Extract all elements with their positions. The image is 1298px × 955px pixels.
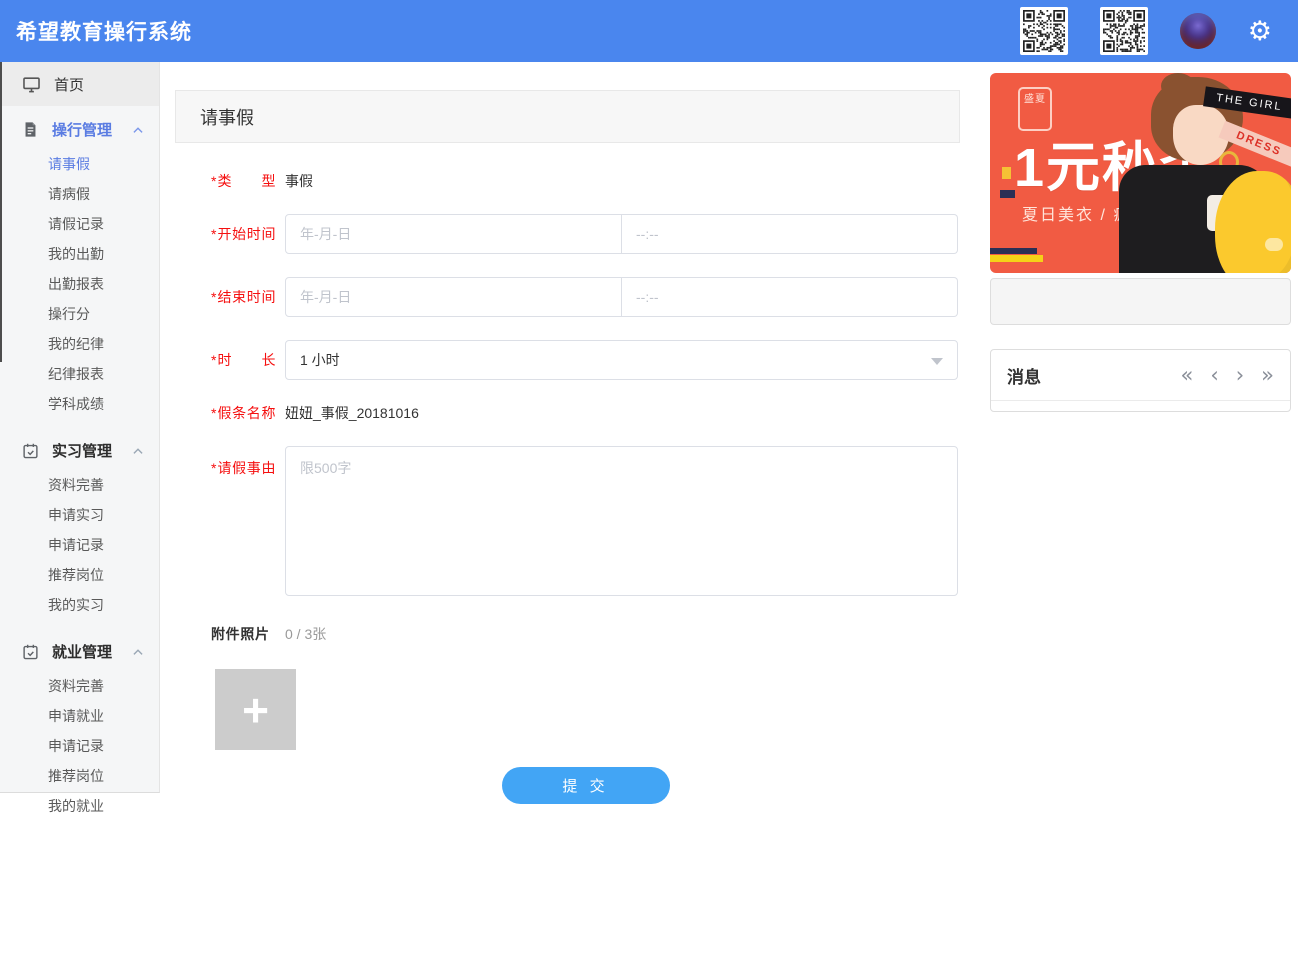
field-label-duration: *时 长 xyxy=(211,352,276,368)
required-asterisk: * xyxy=(211,352,217,368)
chevron-up-icon xyxy=(133,126,143,133)
sidebar-item-请事假[interactable]: 请事假 xyxy=(0,149,159,179)
reason-textarea[interactable] xyxy=(285,446,958,596)
sidebar-item-推荐岗位[interactable]: 推荐岗位 xyxy=(0,761,159,791)
app-title: 希望教育操行系统 xyxy=(16,21,192,44)
scrollbar-thumb[interactable] xyxy=(0,62,2,362)
decor-square xyxy=(1002,167,1011,179)
messages-panel: 消息 « ‹ › » xyxy=(990,349,1291,412)
field-row-duration: *时 长 1 小时 xyxy=(211,340,960,380)
sidebar-section-label: 就业管理 xyxy=(52,644,113,661)
sidebar-item-我的就业[interactable]: 我的就业 xyxy=(0,791,159,821)
sidebar-sections: 操行管理请事假 请病假 请假记录 我的出勤 出勤报表 操行分 我的纪律 纪律报表 学科成绩实习管… xyxy=(0,106,159,829)
note-name-value: 妞妞_事假_20181016 xyxy=(285,405,419,421)
sidebar-item-label: 首页 xyxy=(54,76,85,94)
field-label-start: *开始时间 xyxy=(211,226,276,242)
field-label-reason: *请假事由 xyxy=(211,460,276,476)
form-title: 请事假 xyxy=(175,90,960,143)
chevron-up-icon xyxy=(133,648,143,655)
settings-gear-icon[interactable]: ⚙ xyxy=(1248,17,1272,45)
promo-footer-panel xyxy=(990,278,1291,325)
type-value: 事假 xyxy=(285,173,313,189)
messages-pager: « ‹ › » xyxy=(1180,364,1274,386)
decor-badge xyxy=(1265,238,1283,251)
sidebar-item-学科成绩[interactable]: 学科成绩 xyxy=(0,389,159,419)
sidebar-item-我的出勤[interactable]: 我的出勤 xyxy=(0,239,159,269)
messages-title: 消息 xyxy=(1007,367,1041,387)
field-row-type: *类 型 事假 xyxy=(211,171,960,191)
sidebar-item-资料完善[interactable]: 资料完善 xyxy=(0,470,159,500)
sidebar-item-出勤报表[interactable]: 出勤报表 xyxy=(0,269,159,299)
field-label-end: *结束时间 xyxy=(211,289,276,305)
end-date-input[interactable] xyxy=(285,277,622,317)
sidebar-item-请病假[interactable]: 请病假 xyxy=(0,179,159,209)
duration-select-value: 1 小时 xyxy=(300,352,340,368)
field-row-end: *结束时间 xyxy=(211,277,960,317)
next-page-icon[interactable]: › xyxy=(1236,364,1244,386)
field-row-attachments: 附件照片 0 / 3张 xyxy=(211,624,960,644)
sidebar-section-internship[interactable]: 实习管理 xyxy=(0,427,159,470)
sidebar-item-申请实习[interactable]: 申请实习 xyxy=(0,500,159,530)
sidebar-item-我的纪律[interactable]: 我的纪律 xyxy=(0,329,159,359)
upload-photo-button[interactable]: + xyxy=(215,669,296,750)
required-asterisk: * xyxy=(211,289,217,305)
chevron-up-icon xyxy=(133,447,143,454)
sidebar-section-label: 操行管理 xyxy=(52,122,113,139)
main-content: 请事假 *类 型 事假 *开始时间 *结束时间 *时 长 1 小时 xyxy=(160,62,990,955)
form-title-text: 请事假 xyxy=(200,107,254,128)
start-date-input[interactable] xyxy=(285,214,622,254)
sidebar-item-纪律报表[interactable]: 纪律报表 xyxy=(0,359,159,389)
app-header: 希望教育操行系统 ⚙ xyxy=(0,0,1298,62)
monitor-icon xyxy=(23,76,40,92)
last-page-icon[interactable]: » xyxy=(1261,364,1274,386)
end-time-input[interactable] xyxy=(622,277,958,317)
field-label-type: *类 型 xyxy=(211,173,276,189)
field-row-reason: *请假事由 xyxy=(211,446,960,596)
plus-icon: + xyxy=(242,683,269,736)
first-page-icon[interactable]: « xyxy=(1180,364,1193,386)
required-asterisk: * xyxy=(211,226,217,242)
submit-button[interactable]: 提 交 xyxy=(501,767,670,804)
sidebar-section-label: 实习管理 xyxy=(52,443,113,460)
chevron-down-icon xyxy=(931,358,943,365)
decor-bar xyxy=(990,255,1043,262)
required-asterisk: * xyxy=(211,460,217,476)
decor-bar xyxy=(990,248,1037,254)
required-asterisk: * xyxy=(211,173,217,189)
required-asterisk: * xyxy=(211,405,217,421)
messages-empty-body xyxy=(991,401,1290,411)
sidebar-item-推荐岗位[interactable]: 推荐岗位 xyxy=(0,560,159,590)
qr-code-icon[interactable] xyxy=(1099,7,1148,55)
prev-page-icon[interactable]: ‹ xyxy=(1210,364,1218,386)
field-label-note-name: *假条名称 xyxy=(211,405,276,421)
sidebar-section-conduct[interactable]: 操行管理 xyxy=(0,106,159,149)
sidebar-item-申请记录[interactable]: 申请记录 xyxy=(0,731,159,761)
field-row-note-name: *假条名称 妞妞_事假_20181016 xyxy=(211,403,960,423)
field-row-start: *开始时间 xyxy=(211,214,960,254)
sidebar-item-home[interactable]: 首页 xyxy=(0,62,159,106)
sidebar-nav: 首页 操行管理请事假 请病假 请假记录 我的出勤 出勤报表 操行分 我的纪律 纪律报表 学科成绩… xyxy=(0,62,160,814)
qr-code-icon[interactable] xyxy=(1019,7,1068,55)
sidebar-item-申请就业[interactable]: 申请就业 xyxy=(0,701,159,731)
decor-dash xyxy=(1000,190,1015,198)
promo-banner[interactable]: 盛夏 1元秒杀 夏日美衣 / 疯抢ing THE GIRL DRESS xyxy=(990,73,1291,273)
duration-select[interactable]: 1 小时 xyxy=(285,340,958,380)
attachment-count: 0 / 3张 xyxy=(285,626,327,642)
sidebar-section-employment[interactable]: 就业管理 xyxy=(0,628,159,671)
sidebar-item-资料完善[interactable]: 资料完善 xyxy=(0,671,159,701)
sidebar-item-请假记录[interactable]: 请假记录 xyxy=(0,209,159,239)
sidebar-item-申请记录[interactable]: 申请记录 xyxy=(0,530,159,560)
field-label-attachments: 附件照片 xyxy=(211,626,269,642)
user-avatar[interactable] xyxy=(1179,13,1216,49)
start-time-input[interactable] xyxy=(622,214,958,254)
sidebar-item-操行分[interactable]: 操行分 xyxy=(0,299,159,329)
sidebar-item-我的实习[interactable]: 我的实习 xyxy=(0,590,159,620)
